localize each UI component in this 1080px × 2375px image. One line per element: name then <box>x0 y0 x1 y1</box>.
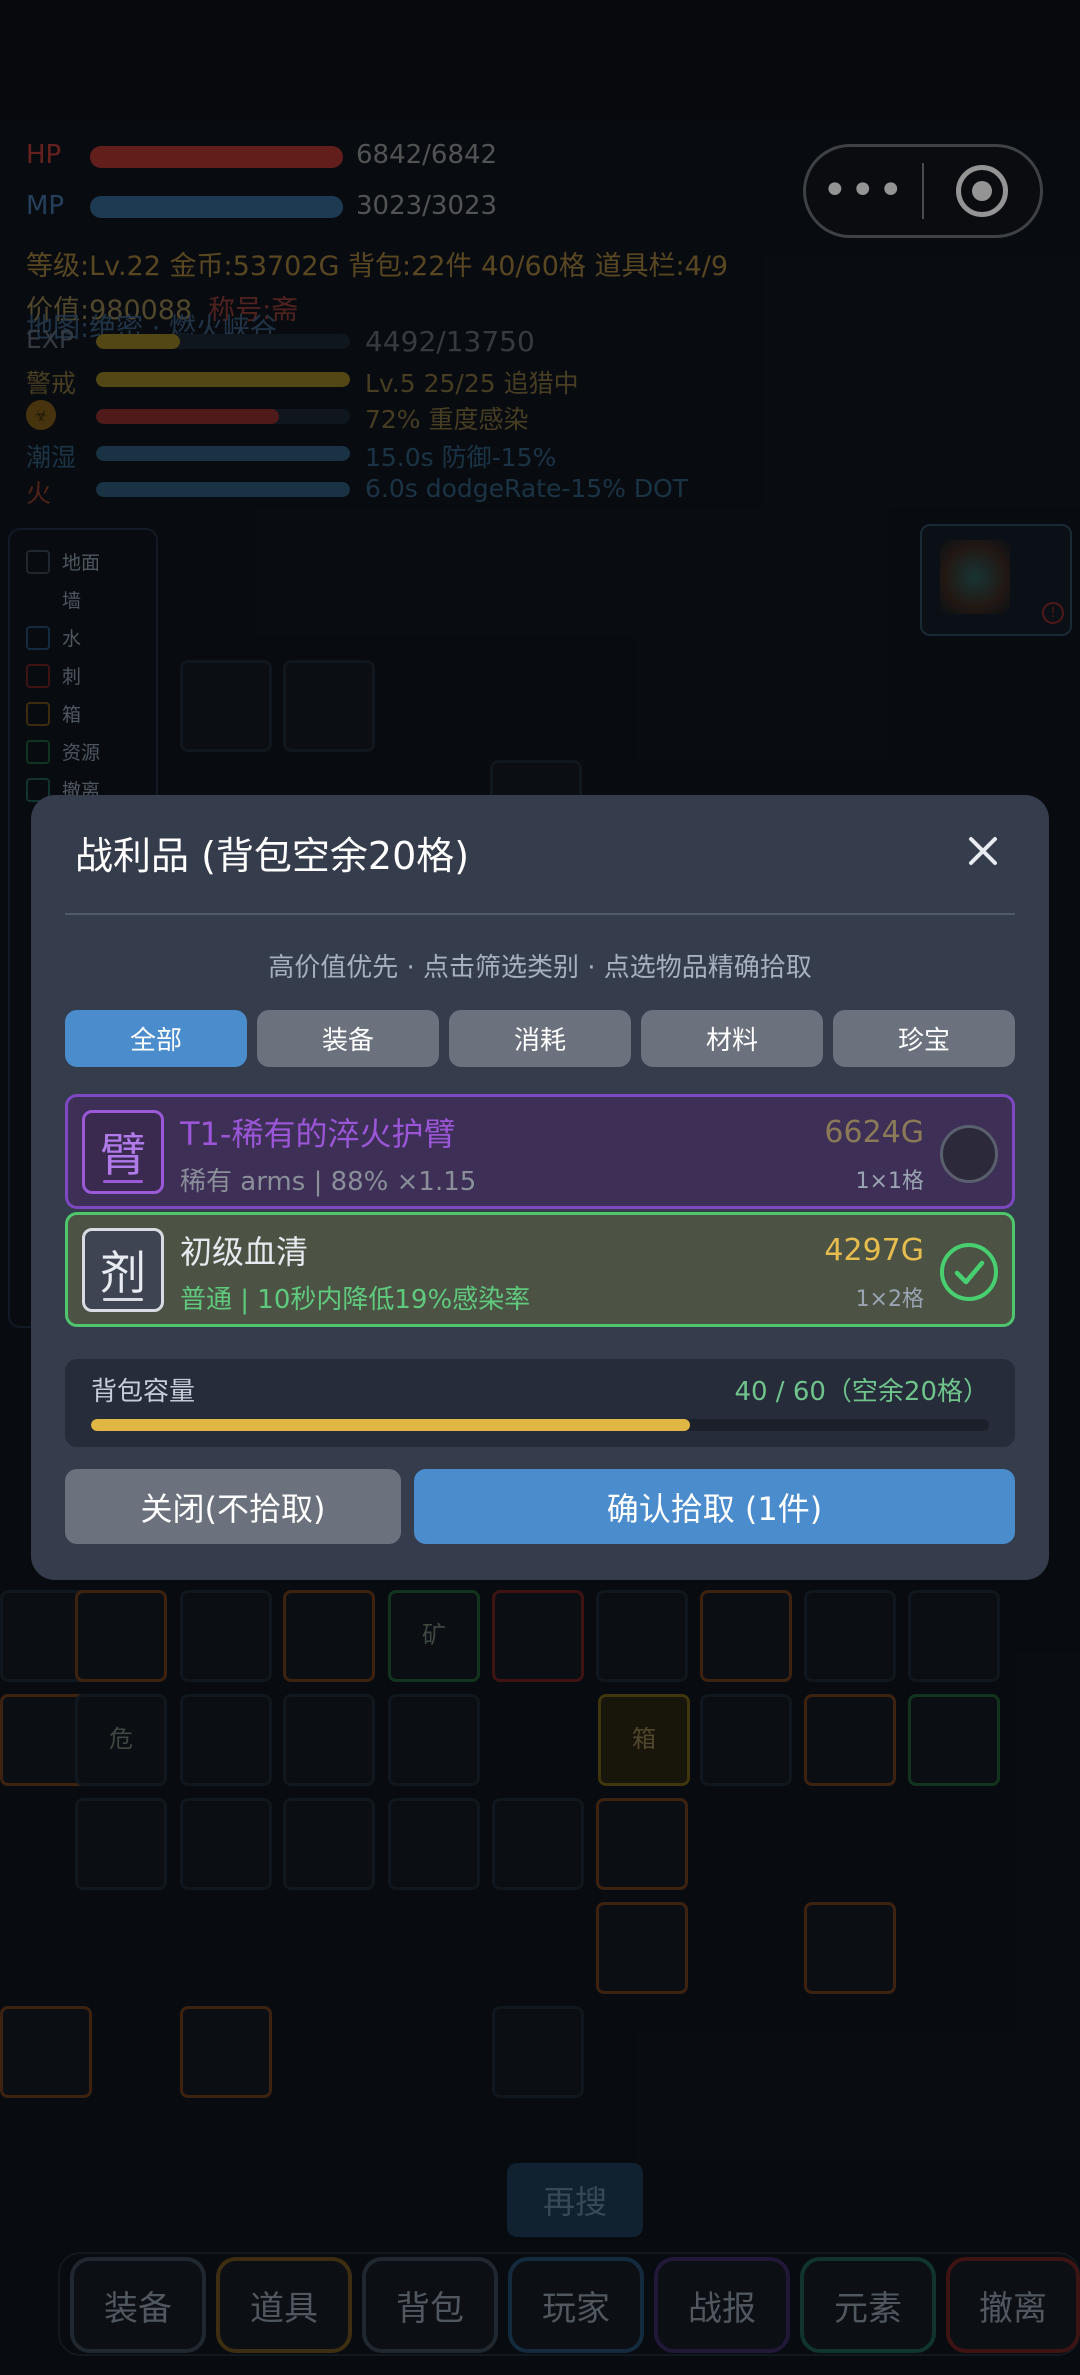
item-details: 稀有 arms | 88% ×1.15 <box>180 1167 477 1197</box>
tab-treasure[interactable]: 珍宝 <box>833 1010 1015 1067</box>
tab-material[interactable]: 材料 <box>641 1010 823 1067</box>
serum-icon: 剂 <box>82 1228 164 1312</box>
checkmark-icon[interactable] <box>940 1243 998 1301</box>
dialog-hint: 高价值优先 · 点击筛选类别 · 点选物品精确拾取 <box>268 953 812 983</box>
item-name: T1-稀有的淬火护臂 <box>180 1115 456 1153</box>
confirm-pickup-button[interactable]: 确认拾取 (1件) <box>414 1469 1015 1544</box>
loot-dialog: 战利品 (背包空余20格) 高价值优先 · 点击筛选类别 · 点选物品精确拾取 … <box>31 795 1049 1580</box>
close-icon[interactable] <box>965 833 1001 869</box>
tab-consumable[interactable]: 消耗 <box>449 1010 631 1067</box>
dialog-title: 战利品 (背包空余20格) <box>75 834 470 878</box>
capacity-track <box>91 1419 989 1431</box>
capacity-label: 背包容量 <box>91 1377 196 1407</box>
armguard-icon: 臂 <box>82 1110 164 1194</box>
loot-item[interactable]: 剂 初级血清 普通 | 10秒内降低19%感染率 4297G 1×2格 <box>65 1212 1015 1327</box>
backpack-capacity: 背包容量 40 / 60（空余20格） <box>65 1359 1015 1447</box>
tab-all[interactable]: 全部 <box>65 1010 247 1067</box>
close-no-pickup-button[interactable]: 关闭(不拾取) <box>65 1469 401 1544</box>
item-size: 1×2格 <box>855 1287 924 1312</box>
item-name: 初级血清 <box>180 1233 309 1271</box>
item-size: 1×1格 <box>855 1169 924 1194</box>
item-price: 6624G <box>824 1115 924 1150</box>
item-details: 普通 | 10秒内降低19%感染率 <box>180 1285 531 1315</box>
title-divider <box>65 913 1015 915</box>
loot-item[interactable]: 臂 T1-稀有的淬火护臂 稀有 arms | 88% ×1.15 6624G 1… <box>65 1094 1015 1209</box>
item-price: 4297G <box>824 1233 924 1268</box>
capacity-fill <box>91 1419 690 1431</box>
tab-equipment[interactable]: 装备 <box>257 1010 439 1067</box>
unchecked-circle-icon[interactable] <box>940 1125 998 1183</box>
capacity-value: 40 / 60（空余20格） <box>734 1377 989 1407</box>
